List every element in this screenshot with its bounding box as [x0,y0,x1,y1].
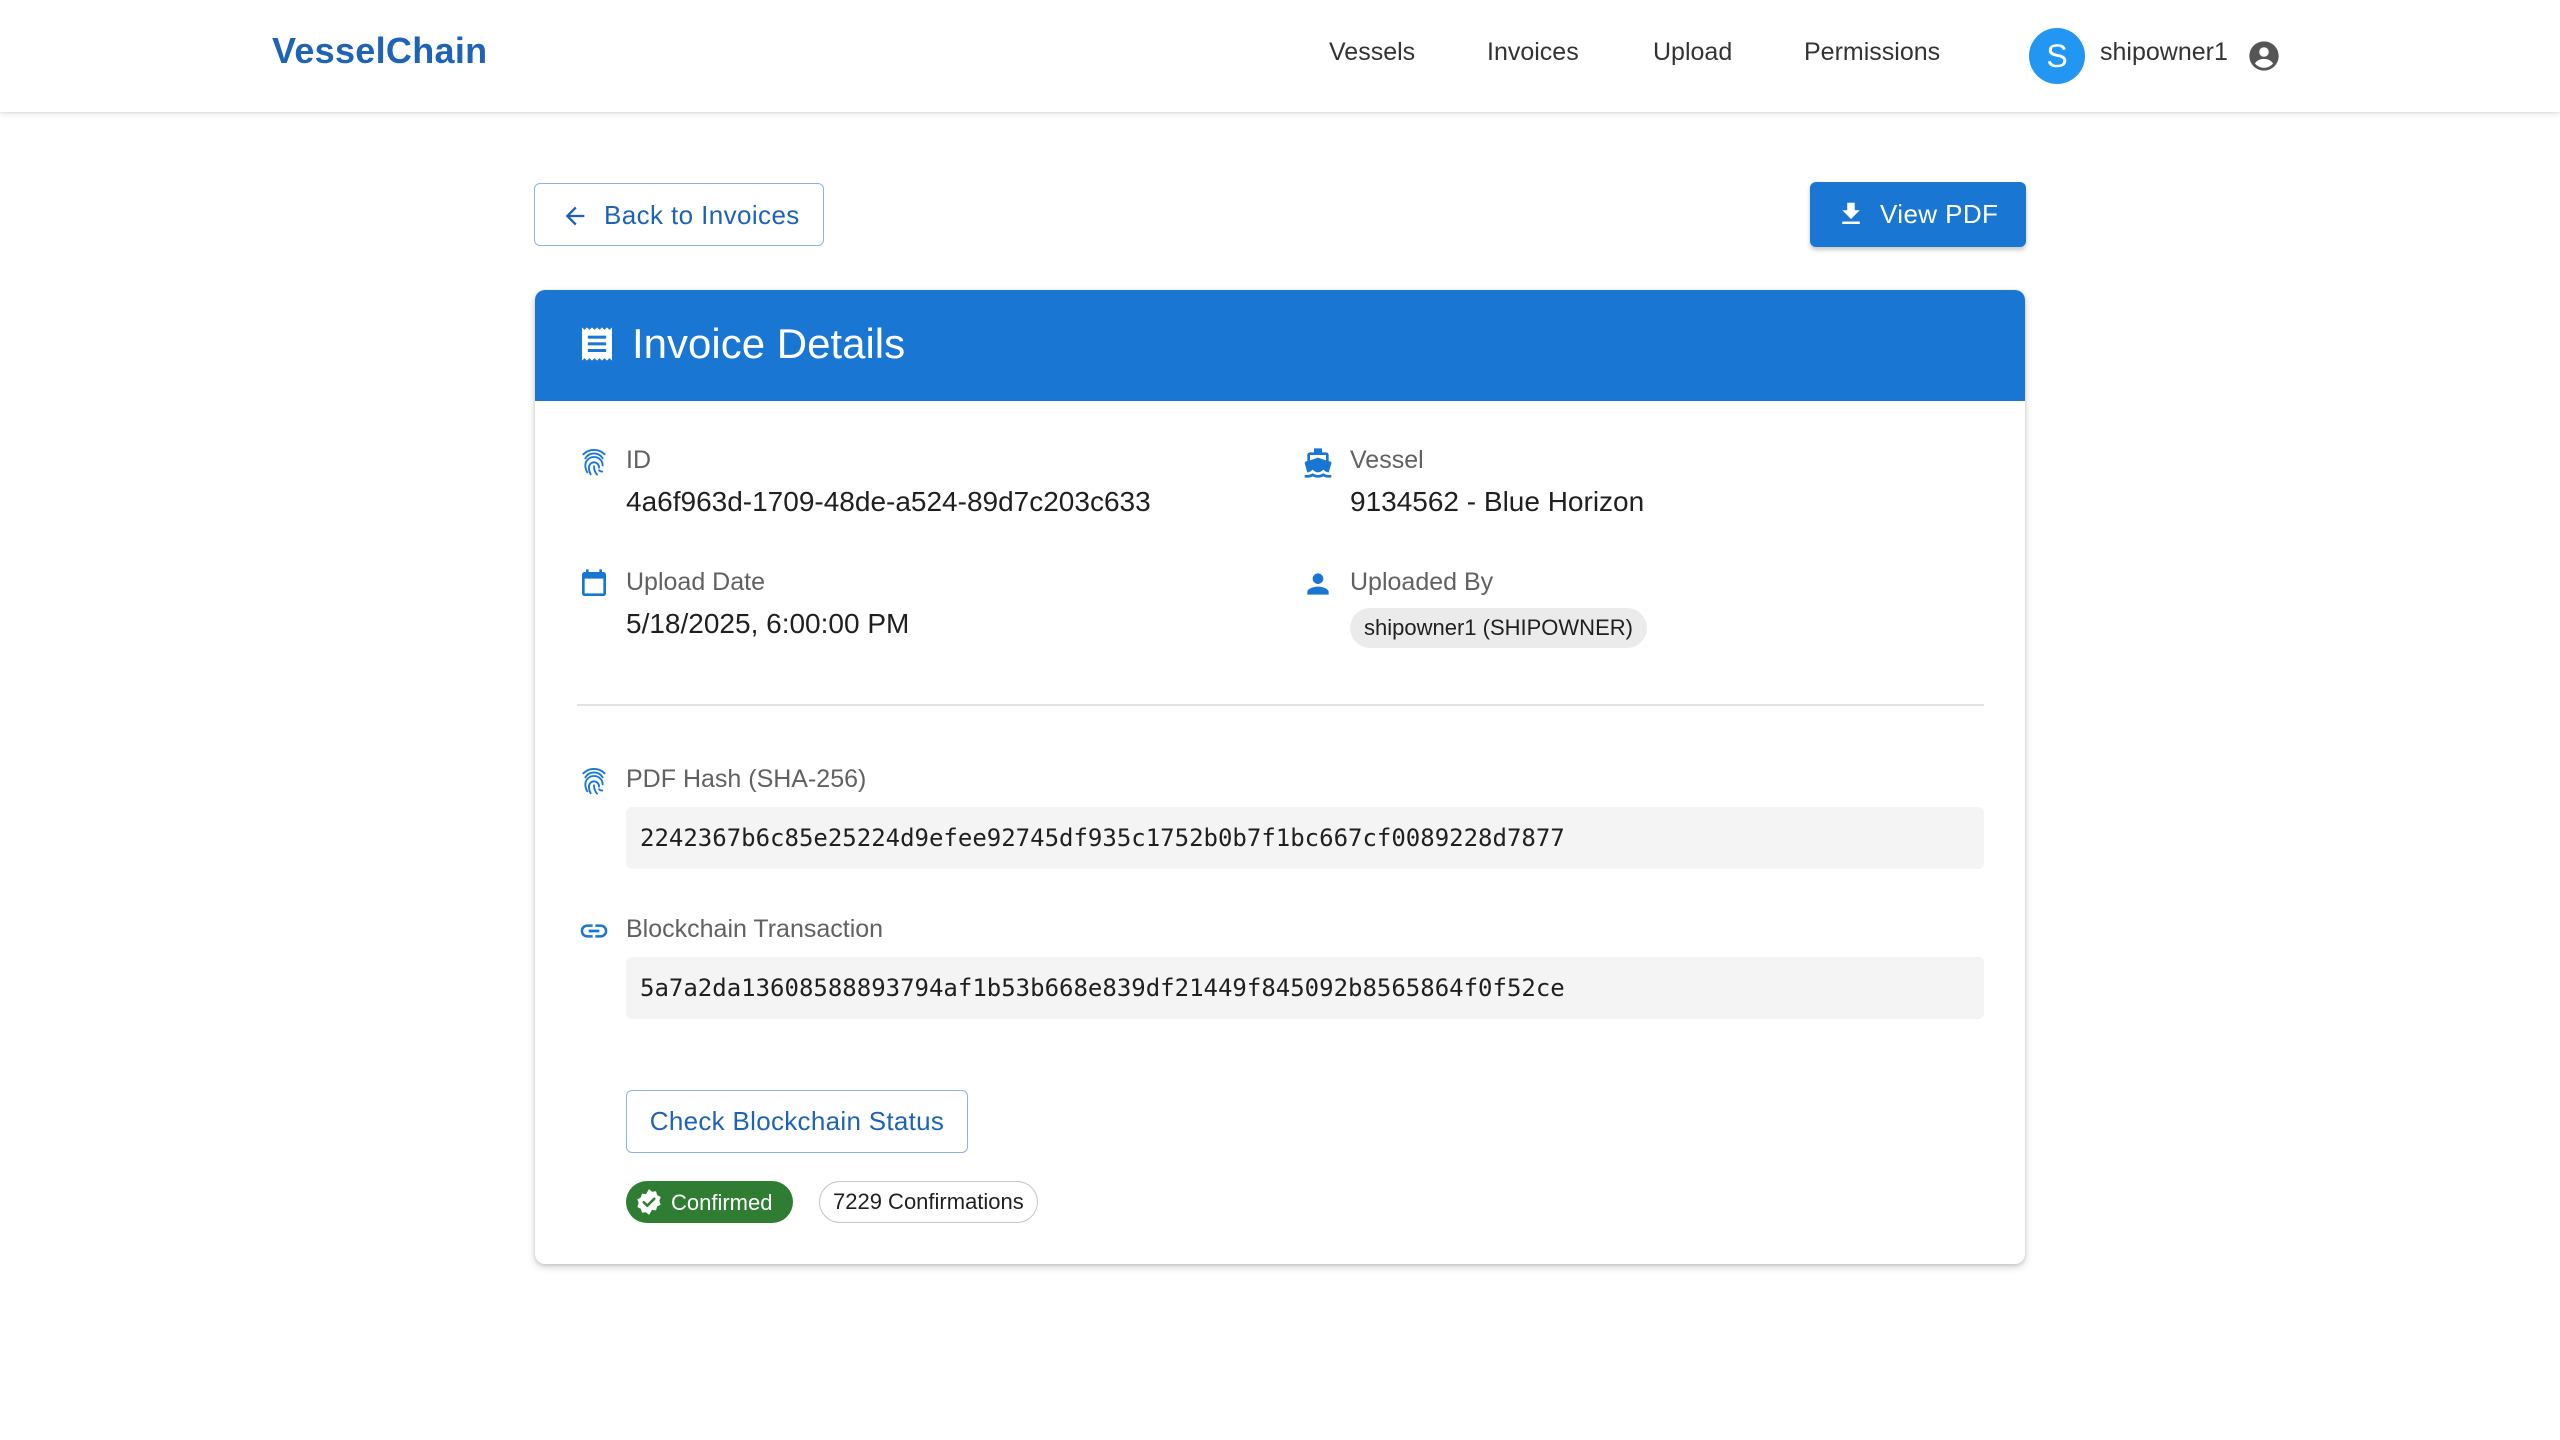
view-pdf-label: View PDF [1880,199,1999,229]
ship-icon [1304,448,1332,478]
nav-vessels[interactable]: Vessels [1329,38,1415,67]
hash-label: PDF Hash (SHA-256) [626,765,867,793]
id-label: ID [626,446,651,474]
status-badge: Confirmed [626,1181,793,1223]
hash-value: 2242367b6c85e25224d9efee92745df935c1752b… [626,807,1984,869]
upload-date-label: Upload Date [626,568,765,596]
arrow-back-icon [565,206,585,226]
vessel-label: Vessel [1350,446,1424,474]
view-pdf-button[interactable]: View PDF [1810,182,2026,247]
receipt-icon [582,327,612,361]
nav-permissions[interactable]: Permissions [1804,38,1940,67]
divider [577,704,1984,706]
uploaded-by-chip: shipowner1 (SHIPOWNER) [1350,608,1647,648]
fingerprint-icon [582,448,606,476]
card-header: Invoice Details [535,290,2025,401]
uploaded-by-label: Uploaded By [1350,568,1494,596]
brand-logo[interactable]: VesselChain [272,30,487,72]
tx-value: 5a7a2da13608588893794af1b53b668e839df214… [626,957,1984,1019]
app-bar: VesselChain Vessels Invoices Upload Perm… [0,0,2560,112]
tx-label: Blockchain Transaction [626,915,884,943]
status-label: Confirmed [671,1190,773,1215]
nav-upload[interactable]: Upload [1653,38,1732,67]
invoice-details-card: Invoice Details ID 4a6f963d-1709-48de-a5… [535,290,2025,1264]
card-title: Invoice Details [632,320,906,367]
download-icon [1842,202,1860,224]
id-value: 4a6f963d-1709-48de-a524-89d7c203c633 [626,486,1151,517]
back-to-invoices-button[interactable]: Back to Invoices [534,183,824,246]
user-name[interactable]: shipowner1 [2100,38,2228,67]
person-icon [1307,573,1329,595]
account-circle-icon[interactable] [2248,40,2280,72]
back-button-label: Back to Invoices [604,200,800,230]
vessel-value: 9134562 - Blue Horizon [1350,486,1645,517]
calendar-icon [582,569,606,596]
upload-date-value: 5/18/2025, 6:00:00 PM [626,608,910,639]
link-icon [580,924,608,938]
nav-invoices[interactable]: Invoices [1487,38,1579,67]
verified-check-icon [637,1189,661,1215]
confirmations-badge: 7229 Confirmations [819,1181,1038,1223]
fingerprint-icon [582,767,606,795]
check-blockchain-status-button[interactable]: Check Blockchain Status [626,1090,968,1153]
user-avatar[interactable]: S [2029,28,2085,84]
